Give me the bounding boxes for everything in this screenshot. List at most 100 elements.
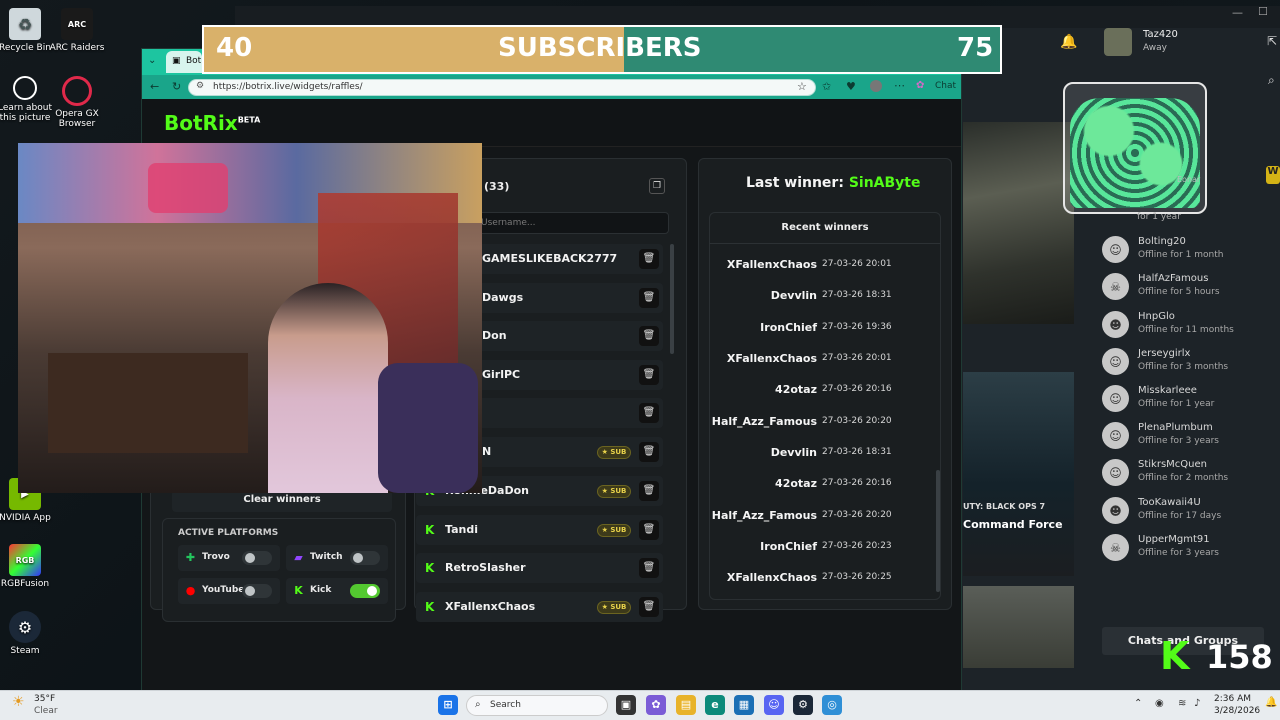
- profile-icon[interactable]: [870, 80, 882, 92]
- beta-badge: BETA: [237, 115, 261, 125]
- copilot-chat-button[interactable]: ✿ Chat: [916, 78, 956, 96]
- trash-icon[interactable]: 🗑: [639, 481, 659, 501]
- trash-icon[interactable]: 🗑: [639, 365, 659, 385]
- edge-icon[interactable]: e: [705, 695, 725, 715]
- favorites-icon[interactable]: ✩: [822, 80, 831, 93]
- trash-icon[interactable]: 🗑: [639, 520, 659, 540]
- game-tile-3[interactable]: [963, 586, 1074, 668]
- desktop-icon-opera-gx[interactable]: Opera GX Browser: [42, 76, 112, 129]
- participant-name: Tandi: [445, 523, 478, 536]
- notifications-icon[interactable]: 🔔: [1265, 697, 1277, 708]
- desktop-icon-steam[interactable]: ⚙ Steam: [0, 611, 60, 656]
- last-winner-heading: Last winner: SinAByte: [746, 175, 921, 191]
- weather-temp[interactable]: 35°F: [34, 694, 55, 704]
- winners-scrollbar[interactable]: [936, 470, 940, 592]
- toggle-switch[interactable]: [242, 551, 272, 565]
- browser-tab[interactable]: ▣ Bot: [166, 51, 202, 73]
- friend-item[interactable]: ☺ Misskarleee Offline for 1 year: [1102, 382, 1272, 416]
- winner-row: IronChief 27-03-26 20:23: [760, 540, 892, 553]
- refresh-icon[interactable]: ↻: [172, 80, 181, 93]
- user-avatar[interactable]: [1104, 28, 1132, 56]
- bell-icon[interactable]: 🔔: [1060, 34, 1077, 50]
- search-icon: ⌕: [475, 699, 481, 710]
- arc-raiders-icon: ARC: [61, 8, 93, 40]
- game-tile-black-ops[interactable]: [963, 372, 1074, 576]
- task-view-icon[interactable]: ▣: [616, 695, 636, 715]
- tray-app-icon[interactable]: ◉: [1155, 698, 1164, 709]
- trash-icon[interactable]: 🗑: [639, 442, 659, 462]
- winner-row: XFallenxChaos 27-03-26 20:01: [726, 352, 892, 365]
- friend-avatar: ☺: [1102, 385, 1129, 412]
- kick-logo-icon: K: [1160, 634, 1190, 678]
- friend-item[interactable]: ☺ StikrsMcQuen Offline for 2 months: [1102, 456, 1272, 490]
- trash-icon[interactable]: 🗑: [639, 249, 659, 269]
- last-winner-name: SinAByte: [848, 175, 921, 191]
- taskbar-time[interactable]: 2:36 AM: [1214, 694, 1251, 704]
- toggle-switch[interactable]: [242, 584, 272, 598]
- participant-search-input[interactable]: Username...: [472, 212, 669, 234]
- taskbar-search[interactable]: ⌕ Search: [466, 695, 608, 716]
- participant-row[interactable]: K XFallenxChaos ★ SUB 🗑: [416, 592, 663, 622]
- trash-icon[interactable]: 🗑: [639, 597, 659, 617]
- weather-icon[interactable]: ☀: [12, 694, 25, 710]
- wifi-icon[interactable]: ≋: [1178, 698, 1186, 709]
- friend-item[interactable]: ☻ TooKawaii4U Offline for 17 days: [1102, 494, 1272, 528]
- trash-icon[interactable]: 🗑: [639, 403, 659, 423]
- search-icon[interactable]: ⌕: [1268, 73, 1275, 88]
- steam-taskbar-icon[interactable]: ⚙: [793, 695, 813, 715]
- participant-row[interactable]: K RetroSlasher 🗑: [416, 553, 663, 583]
- app-icon[interactable]: ◎: [822, 695, 842, 715]
- toggle-switch[interactable]: [350, 584, 380, 598]
- friend-item[interactable]: ☺ PlenaPlumbum Offline for 3 years: [1102, 419, 1272, 453]
- platform-toggle-youtube[interactable]: ● YouTube: [178, 578, 280, 604]
- game-tile-1[interactable]: [963, 122, 1074, 324]
- trash-icon[interactable]: 🗑: [639, 326, 659, 346]
- copy-icon[interactable]: ❐: [649, 178, 665, 194]
- discord-icon[interactable]: ☺: [764, 695, 784, 715]
- tray-chevron-icon[interactable]: ⌃: [1134, 698, 1142, 709]
- winner-row: Half_Azz_Famous 27-03-26 20:20: [711, 415, 892, 428]
- botrix-logo[interactable]: BotRixBETA: [164, 111, 260, 135]
- steam-username[interactable]: Taz420: [1143, 29, 1178, 40]
- volume-icon[interactable]: ♪: [1194, 698, 1200, 709]
- window-minimize-icon[interactable]: —: [1232, 6, 1243, 19]
- participant-name: XFallenxChaos: [445, 600, 536, 613]
- platform-toggle-trovo[interactable]: ✚ Trovo: [178, 545, 280, 571]
- participant-name: Don: [482, 329, 507, 342]
- tab-title: Bot: [186, 56, 202, 66]
- winner-row: XFallenxChaos 27-03-26 20:25: [726, 571, 892, 584]
- window-maximize-icon[interactable]: ☐: [1258, 5, 1268, 18]
- trash-icon[interactable]: 🗑: [639, 558, 659, 578]
- participant-row[interactable]: K Tandi ★ SUB 🗑: [416, 515, 663, 545]
- platform-toggle-kick[interactable]: K Kick: [286, 578, 388, 604]
- trovo-icon: ✚: [185, 551, 196, 564]
- url-input[interactable]: https://botrix.live/widgets/raffles/: [188, 79, 816, 96]
- more-icon[interactable]: ⋯: [894, 79, 905, 92]
- platform-toggle-twitch[interactable]: ▰ Twitch: [286, 545, 388, 571]
- friend-item[interactable]: ☻ HnpGlo Offline for 11 months: [1102, 308, 1272, 342]
- back-icon[interactable]: ←: [150, 80, 159, 93]
- tab-favicon-icon: ▣: [172, 56, 181, 66]
- friend-item[interactable]: ☠ HalfAzFamous Offline for 5 hours: [1102, 270, 1272, 304]
- shield-icon[interactable]: ♥: [846, 80, 856, 93]
- friend-item[interactable]: ☠ UpperMgmt91 Offline for 3 years: [1102, 531, 1272, 565]
- participants-count: (33): [484, 180, 510, 193]
- trash-icon[interactable]: 🗑: [639, 288, 659, 308]
- external-link-icon[interactable]: ⇱: [1267, 34, 1277, 48]
- taskbar-date[interactable]: 3/28/2026: [1214, 706, 1260, 716]
- participants-scrollbar[interactable]: [670, 244, 674, 354]
- toggle-switch[interactable]: [350, 551, 380, 565]
- store-icon[interactable]: ▦: [734, 695, 754, 715]
- copilot-icon[interactable]: ✿: [646, 695, 666, 715]
- file-explorer-icon[interactable]: ▤: [676, 695, 696, 715]
- desktop-icon-rgb-fusion[interactable]: RGB RGBFusion: [0, 544, 60, 589]
- divider: [709, 243, 941, 244]
- favorite-star-icon[interactable]: ☆: [797, 80, 807, 93]
- tab-actions-icon[interactable]: ⌄: [148, 55, 156, 66]
- site-info-icon[interactable]: ⚙: [196, 81, 204, 91]
- clear-winners-button[interactable]: Clear winners: [172, 490, 392, 512]
- start-icon[interactable]: ⊞: [438, 695, 458, 715]
- friend-item[interactable]: ☺ Jerseygirlx Offline for 3 months: [1102, 345, 1272, 379]
- desktop-icon-arc-raiders[interactable]: ARC ARC Raiders: [42, 8, 112, 53]
- friend-item[interactable]: ☺ Bolting20 Offline for 1 month: [1102, 233, 1272, 267]
